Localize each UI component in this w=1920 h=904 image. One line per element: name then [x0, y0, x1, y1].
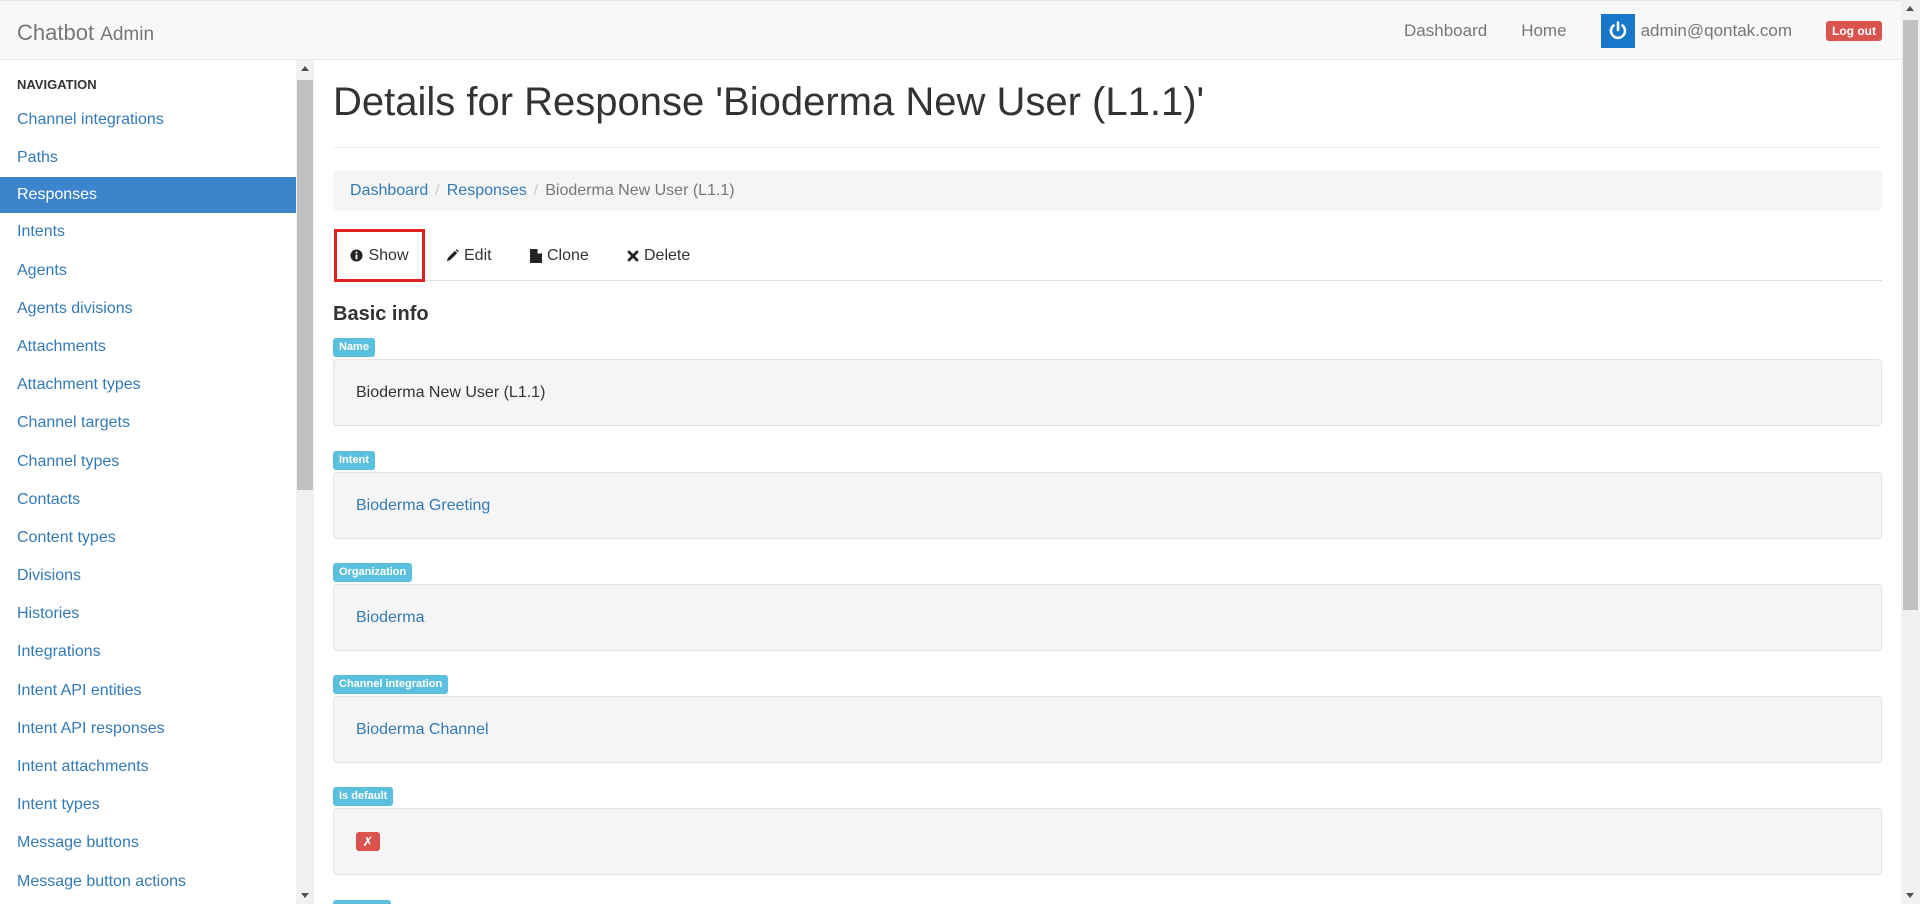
- breadcrumb-separator: /: [533, 182, 539, 199]
- scroll-up-arrow-icon[interactable]: [301, 66, 309, 71]
- name-value: Bioderma New User (L1.1): [356, 383, 546, 401]
- field-label-channel-integration: Channel integration: [333, 675, 449, 694]
- page-scroll-thumb[interactable]: [1903, 20, 1918, 610]
- tab-show-label: Show: [368, 246, 409, 264]
- field-label-intent: Intent: [333, 451, 375, 470]
- sidebar-item-responses[interactable]: Responses: [0, 177, 296, 214]
- nav-link-dashboard[interactable]: Dashboard: [1404, 21, 1487, 41]
- sidebar-item-intent-attachments[interactable]: Intent attachments: [0, 748, 296, 786]
- sidebar-scroll-thumb[interactable]: [297, 80, 313, 490]
- sidebar-item-message-buttons[interactable]: Message buttons: [0, 824, 296, 862]
- sidebar-item-intent-api-responses[interactable]: Intent API responses: [0, 710, 296, 748]
- top-navbar: Chatbot Admin Dashboard Home admin@qonta…: [0, 0, 1920, 60]
- field-value-organization: Bioderma: [333, 584, 1882, 651]
- user-email: admin@qontak.com: [1640, 21, 1793, 40]
- breadcrumb: Dashboard / Responses / Bioderma New Use…: [333, 171, 1882, 211]
- breadcrumb-dashboard[interactable]: Dashboard: [350, 182, 428, 200]
- tab-clone-label: Clone: [547, 246, 589, 264]
- field-label-organization: Organization: [333, 563, 413, 582]
- sidebar-item-intent-types[interactable]: Intent types: [0, 786, 296, 824]
- sidebar-item-intent-api-entities[interactable]: Intent API entities: [0, 672, 296, 710]
- sidebar-item-contacts[interactable]: Contacts: [0, 481, 296, 519]
- nav-link-home[interactable]: Home: [1521, 21, 1566, 41]
- sidebar-header: NAVIGATION: [17, 77, 97, 92]
- intent-link[interactable]: Bioderma Greeting: [356, 497, 490, 515]
- sidebar-item-divisions[interactable]: Divisions: [0, 557, 296, 595]
- brand-sub: Admin: [100, 24, 155, 45]
- field-value-channel-integration: Bioderma Channel: [333, 696, 1882, 763]
- tab-edit-label: Edit: [464, 246, 492, 264]
- action-tabs: Show Edit Clone Delete: [333, 229, 1882, 282]
- logout-button[interactable]: Log out: [1826, 21, 1882, 41]
- page-scrollbar[interactable]: [1901, 0, 1920, 904]
- sidebar-scrollbar[interactable]: [296, 60, 314, 904]
- sidebar-item-paths[interactable]: Paths: [0, 139, 296, 177]
- sidebar-item-channel-types[interactable]: Channel types: [0, 443, 296, 481]
- brand-name: Chatbot: [17, 20, 95, 45]
- sidebar-item-attachment-types[interactable]: Attachment types: [0, 366, 296, 404]
- tab-edit[interactable]: Edit: [446, 231, 492, 280]
- field-label-is-default: Is default: [333, 787, 394, 806]
- brand[interactable]: Chatbot Admin: [17, 20, 154, 46]
- tab-clone[interactable]: Clone: [530, 231, 589, 280]
- field-value-is-default: ✗: [333, 808, 1882, 875]
- info-circle-icon: [350, 249, 364, 262]
- pencil-icon: [446, 249, 459, 262]
- sidebar-list: Channel integrations Paths Responses Int…: [0, 101, 296, 901]
- sidebar-item-intents[interactable]: Intents: [0, 213, 296, 251]
- page-scroll-up-arrow-icon[interactable]: [1906, 6, 1914, 11]
- nav-right: Dashboard Home admin@qontak.com Log out: [1404, 1, 1882, 61]
- section-title: Basic info: [333, 303, 429, 325]
- sidebar-item-content-types[interactable]: Content types: [0, 519, 296, 557]
- file-icon: [530, 248, 542, 263]
- times-icon: [627, 250, 639, 262]
- sidebar-item-histories[interactable]: Histories: [0, 595, 296, 633]
- scroll-down-arrow-icon[interactable]: [301, 893, 309, 898]
- field-label-name: Name: [333, 338, 375, 357]
- field-value-name: Bioderma New User (L1.1): [333, 359, 1882, 426]
- sidebar-item-integrations[interactable]: Integrations: [0, 633, 296, 671]
- power-icon: [1600, 14, 1635, 48]
- tab-delete[interactable]: Delete: [627, 231, 690, 280]
- user-menu[interactable]: admin@qontak.com: [1600, 14, 1793, 48]
- sidebar-item-message-button-actions[interactable]: Message button actions: [0, 863, 296, 901]
- organization-link[interactable]: Bioderma: [356, 609, 424, 627]
- sidebar-item-channel-integrations[interactable]: Channel integrations: [0, 101, 296, 139]
- breadcrumb-responses[interactable]: Responses: [447, 182, 527, 200]
- tab-show[interactable]: Show: [334, 229, 425, 282]
- sidebar-item-agents-divisions[interactable]: Agents divisions: [0, 290, 296, 328]
- sidebar: NAVIGATION Channel integrations Paths Re…: [0, 60, 296, 904]
- sidebar-item-agents[interactable]: Agents: [0, 252, 296, 290]
- page-title: Details for Response 'Bioderma New User …: [333, 80, 1205, 124]
- false-x-icon: ✗: [356, 832, 380, 851]
- sidebar-item-attachments[interactable]: Attachments: [0, 328, 296, 366]
- tab-delete-label: Delete: [644, 246, 691, 264]
- title-divider: [333, 147, 1882, 148]
- field-label-partial: [333, 900, 391, 904]
- field-value-intent: Bioderma Greeting: [333, 472, 1882, 539]
- page-scroll-down-arrow-icon[interactable]: [1906, 893, 1914, 898]
- sidebar-item-channel-targets[interactable]: Channel targets: [0, 404, 296, 442]
- breadcrumb-current: Bioderma New User (L1.1): [545, 182, 735, 199]
- channel-integration-link[interactable]: Bioderma Channel: [356, 721, 489, 739]
- breadcrumb-separator: /: [435, 182, 440, 199]
